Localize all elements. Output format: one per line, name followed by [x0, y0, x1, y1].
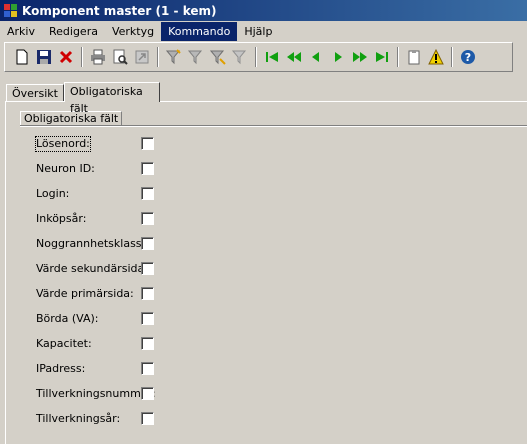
export-icon[interactable] [131, 46, 153, 68]
checkbox-neuron-id[interactable] [141, 162, 154, 175]
field-label-varde-primarsida: Värde primärsida: [36, 287, 134, 300]
field-label-kapacitet: Kapacitet: [36, 337, 92, 350]
field-label-tillverkningsar: Tillverkningsår: [36, 412, 121, 425]
group-divider [20, 125, 527, 127]
checkbox-noggrannhetsklass[interactable] [141, 237, 154, 250]
toolbar-separator [81, 47, 83, 67]
checkbox-tillverkningsar[interactable] [141, 412, 154, 425]
delete-icon[interactable] [55, 46, 77, 68]
window-title: Komponent master (1 - kem) [22, 3, 217, 18]
tab-obligatoriska-falt[interactable]: Obligatoriska fält [64, 82, 160, 115]
next-page-icon[interactable] [349, 46, 371, 68]
menu-arkiv[interactable]: Arkiv [0, 22, 42, 41]
field-label-ipadress: IPadress: [36, 362, 86, 375]
toolbar: ? [4, 42, 513, 72]
next-record-icon[interactable] [327, 46, 349, 68]
field-label-login: Login: [36, 187, 70, 200]
svg-text:?: ? [465, 51, 471, 64]
alert-icon[interactable] [425, 46, 447, 68]
save-icon[interactable] [33, 46, 55, 68]
menu-hjalp[interactable]: Hjälp [237, 22, 279, 41]
new-icon[interactable] [11, 46, 33, 68]
checkbox-kapacitet[interactable] [141, 337, 154, 350]
checkbox-tillverkningsnummer[interactable] [141, 387, 154, 400]
title-bar: Komponent master (1 - kem) [0, 0, 527, 21]
field-label-inkopsar: Inköpsår: [36, 212, 87, 225]
first-record-icon[interactable] [261, 46, 283, 68]
menu-kommando[interactable]: Kommando [161, 22, 238, 41]
checkbox-inkopsar[interactable] [141, 212, 154, 225]
filter-icon[interactable] [163, 46, 185, 68]
print-icon[interactable] [87, 46, 109, 68]
field-label-borda: Börda (VA): [36, 312, 99, 325]
checkbox-borda[interactable] [141, 312, 154, 325]
toolbar-separator [451, 47, 453, 67]
field-label-neuron-id: Neuron ID: [36, 162, 95, 175]
menu-verktyg[interactable]: Verktyg [105, 22, 161, 41]
tab-oversikt[interactable]: Översikt [6, 84, 64, 101]
previous-record-icon[interactable] [305, 46, 327, 68]
filter-remove-icon[interactable] [185, 46, 207, 68]
app-icon [4, 3, 18, 18]
previous-page-icon[interactable] [283, 46, 305, 68]
field-label-tillverkningsnummer: Tillverkningsnummer: [36, 387, 156, 400]
checkbox-losenord[interactable] [141, 137, 154, 150]
field-label-noggrannhetsklass: Noggrannhetsklass: [36, 237, 146, 250]
checkbox-varde-sekundarsida[interactable] [141, 262, 154, 275]
filter-clear-icon[interactable] [229, 46, 251, 68]
menu-redigera[interactable]: Redigera [42, 22, 105, 41]
toolbar-separator [397, 47, 399, 67]
toolbar-separator [157, 47, 159, 67]
help-icon[interactable]: ? [457, 46, 479, 68]
checkbox-login[interactable] [141, 187, 154, 200]
last-record-icon[interactable] [371, 46, 393, 68]
checkbox-ipadress[interactable] [141, 362, 154, 375]
menu-bar: Arkiv Redigera Verktyg Kommando Hjälp [0, 22, 527, 41]
print-preview-icon[interactable] [109, 46, 131, 68]
checkbox-varde-primarsida[interactable] [141, 287, 154, 300]
field-label-losenord: Lösenord: [35, 136, 91, 152]
clipboard-icon[interactable] [403, 46, 425, 68]
field-label-varde-sekundarsida: Värde sekundärsida: [36, 262, 148, 275]
toolbar-separator [255, 47, 257, 67]
filter-advanced-icon[interactable] [207, 46, 229, 68]
